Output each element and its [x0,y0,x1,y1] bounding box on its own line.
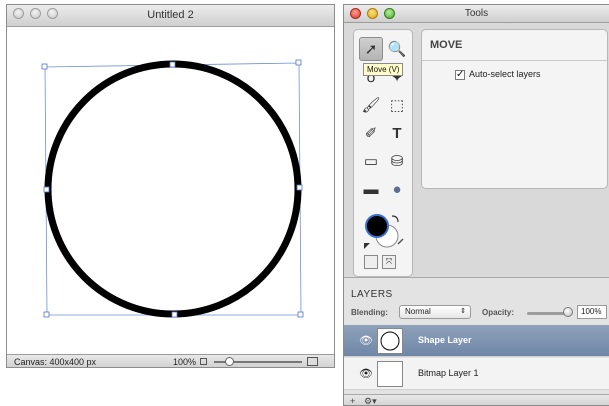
swap-colors-icon[interactable] [391,215,399,223]
tool-options-panel: MOVE ✓ Auto-select layers [421,29,608,189]
paint-bucket-tool-icon[interactable]: ⛁ [385,149,409,173]
ellipse-tool-icon[interactable]: ● [385,177,409,201]
document-titlebar: Untitled 2 [7,5,334,27]
layer-row-bitmap-layer-1[interactable]: 👁 Bitmap Layer 1 [344,358,609,390]
handle-left[interactable] [43,186,50,193]
layer-thumbnail [377,361,403,387]
tools-close-button[interactable] [350,8,361,19]
layer-name: Shape Layer [418,335,472,345]
options-title: MOVE [430,39,463,51]
handle-bottom[interactable] [171,311,178,318]
handle-bottom-right[interactable] [297,311,304,318]
default-colors-icon[interactable] [364,243,370,249]
zoom-button[interactable] [47,8,58,19]
handle-bottom-left[interactable] [43,311,50,318]
add-layer-button[interactable]: + [350,395,355,405]
layers-title: LAYERS [351,289,393,300]
auto-select-checkbox[interactable]: ✓ [455,70,465,80]
color-wells[interactable] [360,210,408,254]
layers-panel-bottombar: + ⚙▾ [344,394,609,405]
move-tool-icon[interactable]: ➚ [359,37,383,61]
text-tool-icon[interactable]: T [385,121,409,145]
zoom-slider-knob[interactable] [225,357,234,366]
tools-title: Tools [464,8,489,19]
opacity-field[interactable]: 100% [577,305,607,319]
tools-window: Tools ➚ 🔍 ꝺ ✦ 🖌 ⬚ ✐ T ▭ ⛁ ▬ ● ⤧ Move (V)… [343,4,609,406]
layers-panel: LAYERS Blending: Normal ⇕ Opacity: 100% … [344,277,609,405]
layer-thumbnail [377,328,403,354]
handle-top-right[interactable] [295,59,302,66]
circle-shape[interactable] [44,60,302,318]
layer-name: Bitmap Layer 1 [418,368,479,378]
opacity-slider-knob[interactable] [563,307,573,317]
opacity-slider-track[interactable] [527,312,567,315]
blending-select[interactable]: Normal ⇕ [399,305,471,319]
document-statusbar: Canvas: 400x400 px 100% [7,354,334,367]
eyedropper-icon[interactable] [397,238,404,245]
zoom-fit-icon[interactable] [200,358,207,365]
opacity-label: Opacity: [482,308,515,317]
canvas-size-label: Canvas: 400x400 px [14,357,97,367]
marquee-tool-icon[interactable]: ⬚ [385,93,409,117]
rectangle-shape-tool-icon[interactable]: ▭ [359,149,383,173]
standard-mode-icon[interactable] [364,255,378,269]
eraser-tool-icon[interactable]: ✐ [359,121,383,145]
blending-label: Blending: [351,308,388,317]
canvas[interactable] [7,27,334,354]
fit-window-icon[interactable] [307,357,318,366]
select-arrows-icon: ⇕ [460,308,466,315]
fullscreen-mode-icon[interactable]: ⤧ [382,255,396,269]
handle-top[interactable] [169,61,176,68]
gradient-tool-icon[interactable]: ▬ [359,177,383,201]
layer-row-shape-layer[interactable]: 👁 Shape Layer [344,325,609,357]
blending-value: Normal [405,307,431,316]
close-button[interactable] [13,8,24,19]
minimize-button[interactable] [30,8,41,19]
canvas-drawing[interactable] [7,27,334,354]
zoom-label: 100% [173,357,197,367]
move-tool-tooltip: Move (V) [363,63,404,76]
options-divider [422,60,607,61]
zoom-tool-icon[interactable]: 🔍 [385,37,409,61]
handle-right[interactable] [296,184,303,191]
visibility-eye-icon[interactable]: 👁 [359,367,373,380]
brush-tool-icon[interactable]: 🖌 [359,93,383,117]
tools-titlebar: Tools [344,5,609,23]
tools-window-controls [350,8,395,19]
window-controls [13,8,58,19]
document-title: Untitled 2 [147,9,194,21]
handle-top-left[interactable] [41,63,48,70]
foreground-color-well[interactable] [365,214,389,238]
tools-zoom-button[interactable] [384,8,395,19]
document-window: Untitled 2 Canvas: 400x400 px 100% [6,4,335,368]
visibility-eye-icon[interactable]: 👁 [359,334,373,347]
auto-select-label: Auto-select layers [469,69,541,79]
layer-options-gear-icon[interactable]: ⚙▾ [364,395,377,405]
tools-minimize-button[interactable] [367,8,378,19]
